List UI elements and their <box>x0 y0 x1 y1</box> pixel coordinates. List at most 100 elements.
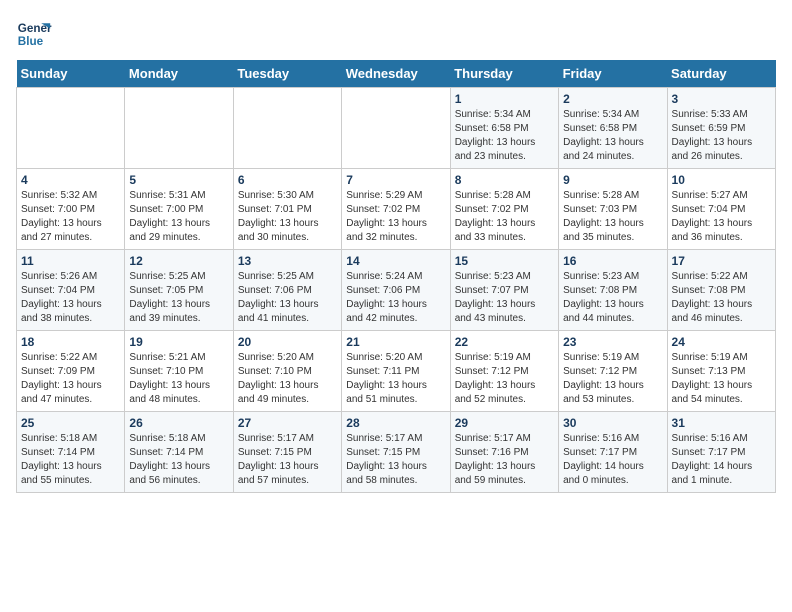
day-info: Sunrise: 5:19 AM Sunset: 7:13 PM Dayligh… <box>672 351 771 407</box>
calendar-cell: 26 Sunrise: 5:18 AM Sunset: 7:14 PM Dayli… <box>125 412 233 493</box>
header-cell-tuesday: Tuesday <box>233 60 341 88</box>
day-number: 31 <box>672 416 771 430</box>
calendar-cell: 23 Sunrise: 5:19 AM Sunset: 7:12 PM Dayli… <box>559 331 667 412</box>
day-number: 6 <box>238 173 337 187</box>
day-number: 30 <box>563 416 662 430</box>
day-info: Sunrise: 5:34 AM Sunset: 6:58 PM Dayligh… <box>563 108 662 164</box>
calendar-table: SundayMondayTuesdayWednesdayThursdayFrid… <box>16 60 776 493</box>
day-info: Sunrise: 5:20 AM Sunset: 7:11 PM Dayligh… <box>346 351 445 407</box>
calendar-cell: 12 Sunrise: 5:25 AM Sunset: 7:05 PM Dayli… <box>125 250 233 331</box>
day-info: Sunrise: 5:19 AM Sunset: 7:12 PM Dayligh… <box>563 351 662 407</box>
day-number: 26 <box>129 416 228 430</box>
day-number: 20 <box>238 335 337 349</box>
week-row-2: 11 Sunrise: 5:26 AM Sunset: 7:04 PM Dayli… <box>17 250 776 331</box>
day-info: Sunrise: 5:17 AM Sunset: 7:15 PM Dayligh… <box>346 432 445 488</box>
day-number: 25 <box>21 416 120 430</box>
calendar-cell: 24 Sunrise: 5:19 AM Sunset: 7:13 PM Dayli… <box>667 331 775 412</box>
calendar-cell: 9 Sunrise: 5:28 AM Sunset: 7:03 PM Daylig… <box>559 169 667 250</box>
day-info: Sunrise: 5:29 AM Sunset: 7:02 PM Dayligh… <box>346 189 445 245</box>
day-number: 16 <box>563 254 662 268</box>
calendar-cell <box>17 88 125 169</box>
day-number: 15 <box>455 254 554 268</box>
week-row-3: 18Sunrise: 5:22 AM Sunset: 7:09 PM Dayli… <box>17 331 776 412</box>
day-number: 24 <box>672 335 771 349</box>
day-info: Sunrise: 5:31 AM Sunset: 7:00 PM Dayligh… <box>129 189 228 245</box>
day-info: Sunrise: 5:20 AM Sunset: 7:10 PM Dayligh… <box>238 351 337 407</box>
calendar-cell: 7 Sunrise: 5:29 AM Sunset: 7:02 PM Daylig… <box>342 169 450 250</box>
day-info: Sunrise: 5:28 AM Sunset: 7:02 PM Dayligh… <box>455 189 554 245</box>
day-info: Sunrise: 5:28 AM Sunset: 7:03 PM Dayligh… <box>563 189 662 245</box>
day-number: 28 <box>346 416 445 430</box>
day-info: Sunrise: 5:34 AM Sunset: 6:58 PM Dayligh… <box>455 108 554 164</box>
calendar-cell: 1 Sunrise: 5:34 AM Sunset: 6:58 PM Daylig… <box>450 88 558 169</box>
calendar-cell: 19 Sunrise: 5:21 AM Sunset: 7:10 PM Dayli… <box>125 331 233 412</box>
calendar-cell: 6 Sunrise: 5:30 AM Sunset: 7:01 PM Daylig… <box>233 169 341 250</box>
day-number: 23 <box>563 335 662 349</box>
day-info: Sunrise: 5:18 AM Sunset: 7:14 PM Dayligh… <box>129 432 228 488</box>
day-info: Sunrise: 5:30 AM Sunset: 7:01 PM Dayligh… <box>238 189 337 245</box>
day-info: Sunrise: 5:33 AM Sunset: 6:59 PM Dayligh… <box>672 108 771 164</box>
calendar-cell: 22Sunrise: 5:19 AM Sunset: 7:12 PM Dayli… <box>450 331 558 412</box>
calendar-cell <box>233 88 341 169</box>
day-info: Sunrise: 5:26 AM Sunset: 7:04 PM Dayligh… <box>21 270 120 326</box>
day-info: Sunrise: 5:18 AM Sunset: 7:14 PM Dayligh… <box>21 432 120 488</box>
calendar-cell <box>125 88 233 169</box>
header-cell-monday: Monday <box>125 60 233 88</box>
day-number: 5 <box>129 173 228 187</box>
day-info: Sunrise: 5:32 AM Sunset: 7:00 PM Dayligh… <box>21 189 120 245</box>
day-info: Sunrise: 5:21 AM Sunset: 7:10 PM Dayligh… <box>129 351 228 407</box>
calendar-cell: 18Sunrise: 5:22 AM Sunset: 7:09 PM Dayli… <box>17 331 125 412</box>
calendar-cell: 20 Sunrise: 5:20 AM Sunset: 7:10 PM Dayli… <box>233 331 341 412</box>
calendar-cell: 17Sunrise: 5:22 AM Sunset: 7:08 PM Dayli… <box>667 250 775 331</box>
header-cell-saturday: Saturday <box>667 60 775 88</box>
calendar-cell: 13 Sunrise: 5:25 AM Sunset: 7:06 PM Dayli… <box>233 250 341 331</box>
calendar-cell: 25 Sunrise: 5:18 AM Sunset: 7:14 PM Dayli… <box>17 412 125 493</box>
week-row-1: 4 Sunrise: 5:32 AM Sunset: 7:00 PM Daylig… <box>17 169 776 250</box>
svg-text:Blue: Blue <box>18 35 44 48</box>
day-number: 14 <box>346 254 445 268</box>
day-number: 21 <box>346 335 445 349</box>
day-number: 12 <box>129 254 228 268</box>
day-number: 13 <box>238 254 337 268</box>
calendar-cell: 16Sunrise: 5:23 AM Sunset: 7:08 PM Dayli… <box>559 250 667 331</box>
calendar-cell: 2Sunrise: 5:34 AM Sunset: 6:58 PM Daylig… <box>559 88 667 169</box>
week-row-0: 1 Sunrise: 5:34 AM Sunset: 6:58 PM Daylig… <box>17 88 776 169</box>
calendar-cell: 14Sunrise: 5:24 AM Sunset: 7:06 PM Dayli… <box>342 250 450 331</box>
day-info: Sunrise: 5:25 AM Sunset: 7:06 PM Dayligh… <box>238 270 337 326</box>
day-info: Sunrise: 5:17 AM Sunset: 7:16 PM Dayligh… <box>455 432 554 488</box>
day-number: 27 <box>238 416 337 430</box>
day-number: 11 <box>21 254 120 268</box>
day-info: Sunrise: 5:23 AM Sunset: 7:07 PM Dayligh… <box>455 270 554 326</box>
day-info: Sunrise: 5:16 AM Sunset: 7:17 PM Dayligh… <box>563 432 662 488</box>
calendar-cell: 30 Sunrise: 5:16 AM Sunset: 7:17 PM Dayli… <box>559 412 667 493</box>
calendar-cell: 5 Sunrise: 5:31 AM Sunset: 7:00 PM Daylig… <box>125 169 233 250</box>
calendar-cell: 11 Sunrise: 5:26 AM Sunset: 7:04 PM Dayli… <box>17 250 125 331</box>
day-number: 7 <box>346 173 445 187</box>
day-info: Sunrise: 5:25 AM Sunset: 7:05 PM Dayligh… <box>129 270 228 326</box>
day-number: 3 <box>672 92 771 106</box>
day-number: 19 <box>129 335 228 349</box>
day-number: 18 <box>21 335 120 349</box>
calendar-header: SundayMondayTuesdayWednesdayThursdayFrid… <box>17 60 776 88</box>
header-cell-sunday: Sunday <box>17 60 125 88</box>
header-cell-thursday: Thursday <box>450 60 558 88</box>
header-cell-wednesday: Wednesday <box>342 60 450 88</box>
calendar-cell: 27 Sunrise: 5:17 AM Sunset: 7:15 PM Dayli… <box>233 412 341 493</box>
header-row: SundayMondayTuesdayWednesdayThursdayFrid… <box>17 60 776 88</box>
week-row-4: 25 Sunrise: 5:18 AM Sunset: 7:14 PM Dayli… <box>17 412 776 493</box>
calendar-cell: 21 Sunrise: 5:20 AM Sunset: 7:11 PM Dayli… <box>342 331 450 412</box>
day-number: 9 <box>563 173 662 187</box>
day-number: 10 <box>672 173 771 187</box>
day-info: Sunrise: 5:22 AM Sunset: 7:08 PM Dayligh… <box>672 270 771 326</box>
day-info: Sunrise: 5:27 AM Sunset: 7:04 PM Dayligh… <box>672 189 771 245</box>
logo-icon: General Blue <box>16 16 52 52</box>
calendar-cell: 10 Sunrise: 5:27 AM Sunset: 7:04 PM Dayli… <box>667 169 775 250</box>
day-info: Sunrise: 5:19 AM Sunset: 7:12 PM Dayligh… <box>455 351 554 407</box>
calendar-cell <box>342 88 450 169</box>
day-info: Sunrise: 5:16 AM Sunset: 7:17 PM Dayligh… <box>672 432 771 488</box>
calendar-cell: 28 Sunrise: 5:17 AM Sunset: 7:15 PM Dayli… <box>342 412 450 493</box>
calendar-cell: 29Sunrise: 5:17 AM Sunset: 7:16 PM Dayli… <box>450 412 558 493</box>
day-number: 4 <box>21 173 120 187</box>
day-info: Sunrise: 5:17 AM Sunset: 7:15 PM Dayligh… <box>238 432 337 488</box>
day-number: 1 <box>455 92 554 106</box>
